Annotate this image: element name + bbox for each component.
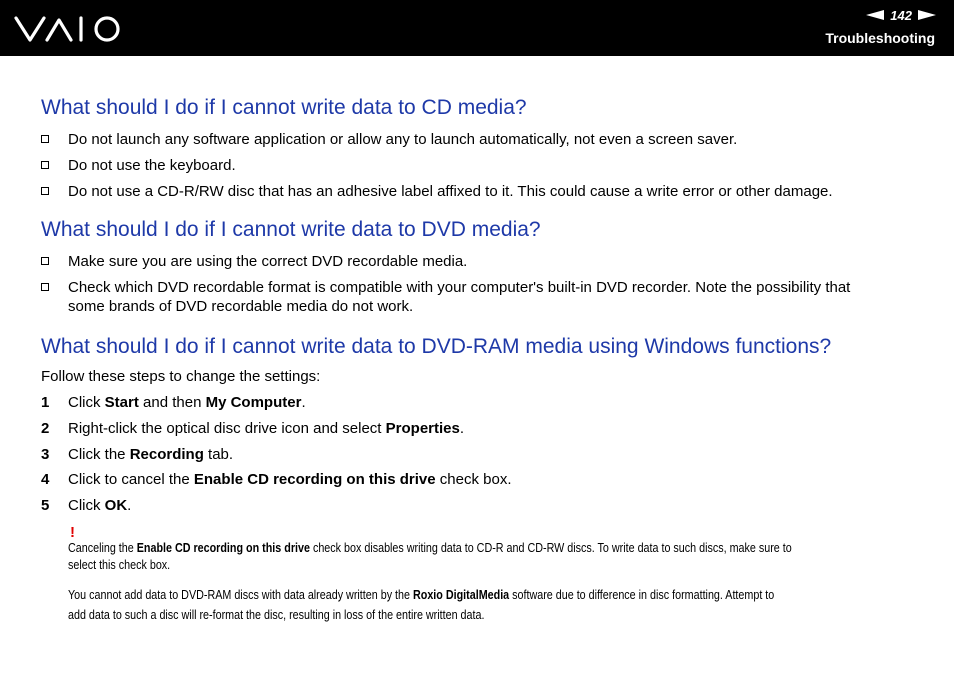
- header-bar: 142 Troubleshooting: [0, 0, 954, 56]
- checkbox-bullet-icon: [41, 135, 49, 143]
- list-item-text: Do not use a CD-R/RW disc that has an ad…: [68, 183, 833, 200]
- page-number: 142: [890, 7, 912, 23]
- next-page-arrow-icon[interactable]: [918, 10, 936, 20]
- checkbox-bullet-icon: [41, 283, 49, 291]
- note-text: You cannot add data to DVD-RAM discs wit…: [68, 588, 775, 622]
- step-number: 2: [41, 420, 50, 437]
- list-item-text-continued: some brands of DVD recordable media do n…: [68, 298, 414, 315]
- heading-cd: What should I do if I cannot write data …: [41, 96, 527, 119]
- step-number: 4: [41, 471, 50, 488]
- list-item-text: Do not launch any software application o…: [68, 131, 738, 148]
- list-item-text: Do not use the keyboard.: [68, 157, 236, 174]
- checkbox-bullet-icon: [41, 187, 49, 195]
- note-text: Canceling the Enable CD recording on thi…: [68, 541, 792, 572]
- checkbox-bullet-icon: [41, 161, 49, 169]
- step-text: Right-click the optical disc drive icon …: [68, 420, 465, 437]
- step-text: Click Start and then My Computer.: [68, 394, 306, 411]
- previous-page-arrow-icon[interactable]: [866, 10, 885, 20]
- step-text: Click the Recording tab.: [68, 446, 234, 463]
- step-text: Click OK.: [68, 497, 132, 514]
- vaio-logo: [14, 16, 120, 42]
- heading-dvd-ram: What should I do if I cannot write data …: [41, 335, 832, 358]
- step-number: 5: [41, 497, 50, 514]
- checkbox-bullet-icon: [41, 257, 49, 265]
- section-title: Troubleshooting: [825, 30, 935, 46]
- page-navigator: 142: [866, 7, 936, 23]
- intro-text: Follow these steps to change the setting…: [41, 368, 321, 385]
- step-number: 1: [41, 394, 50, 411]
- warning-icon: !: [70, 524, 75, 541]
- list-item-text: Make sure you are using the correct DVD …: [68, 253, 468, 270]
- list-item-text: Check which DVD recordable format is com…: [68, 279, 851, 296]
- step-text: Click to cancel the Enable CD recording …: [68, 471, 512, 488]
- heading-dvd: What should I do if I cannot write data …: [41, 218, 541, 241]
- step-number: 3: [41, 446, 50, 463]
